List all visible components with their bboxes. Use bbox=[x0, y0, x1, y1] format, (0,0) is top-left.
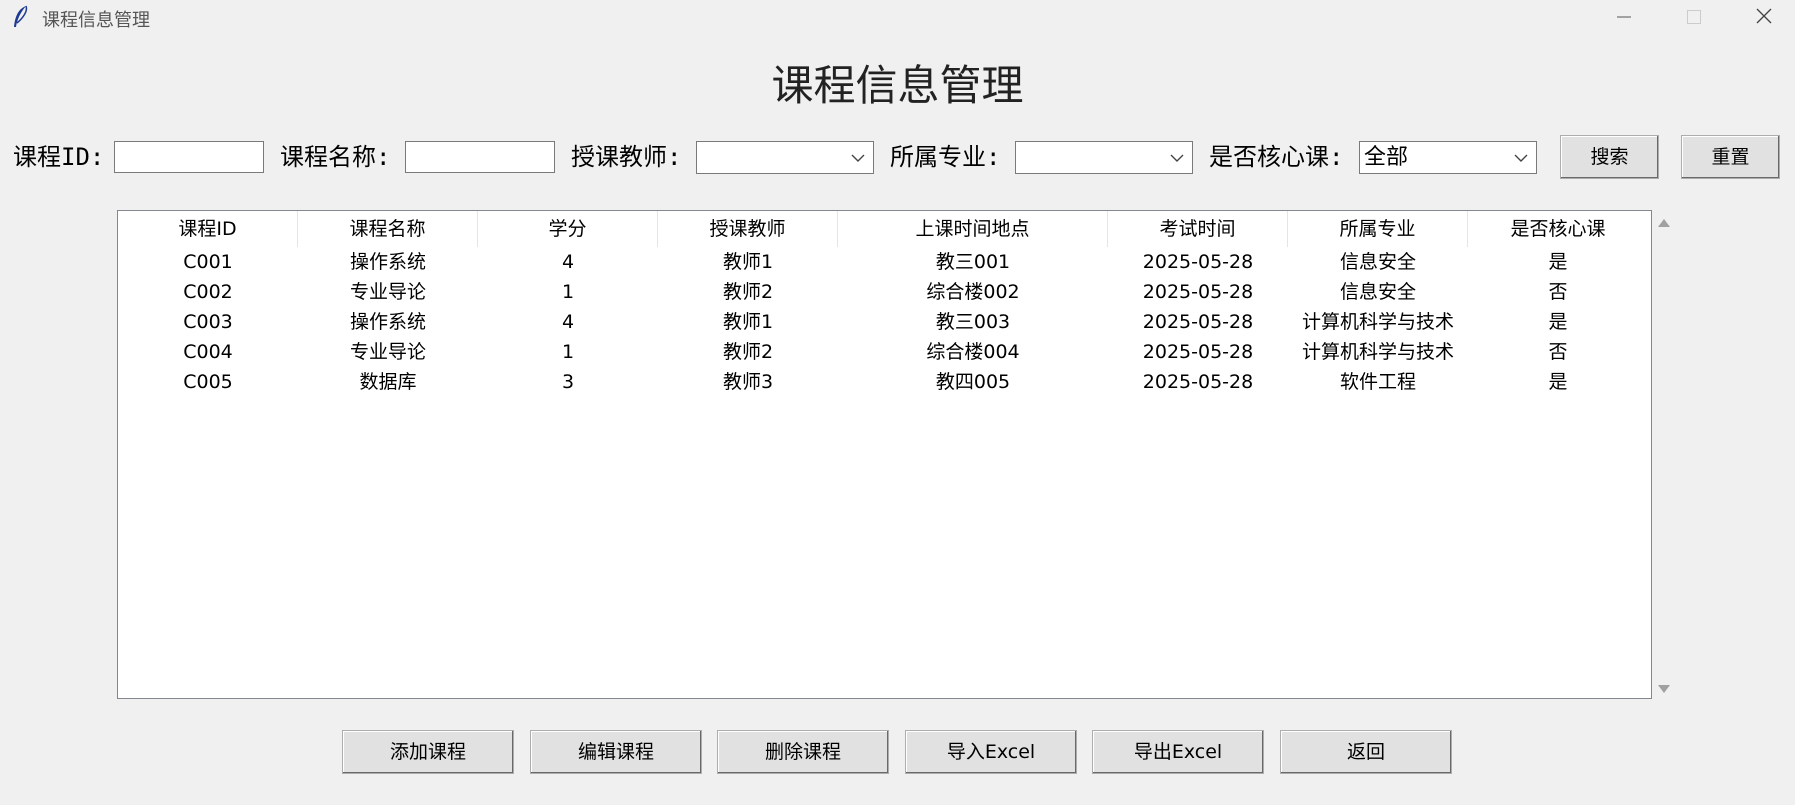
table-cell: 教师1 bbox=[722, 251, 774, 273]
table-cell: C003 bbox=[183, 311, 233, 333]
course-table[interactable]: 课程ID 课程名称 学分 授课教师 上课时间地点 考试时间 所属专业 是否核心课… bbox=[117, 210, 1652, 699]
table-cell: C002 bbox=[183, 281, 233, 303]
table-cell: 信息安全 bbox=[1339, 281, 1416, 303]
column-header[interactable]: 课程ID bbox=[118, 211, 298, 247]
column-header[interactable]: 授课教师 bbox=[658, 211, 838, 247]
table-cell: 4 bbox=[561, 311, 575, 333]
column-header[interactable]: 是否核心课 bbox=[1468, 211, 1648, 247]
table-cell: 计算机科学与技术 bbox=[1301, 311, 1454, 333]
table-cell: 2025-05-28 bbox=[1142, 341, 1254, 363]
table-cell: 操作系统 bbox=[349, 251, 426, 273]
table-cell: 是 bbox=[1548, 251, 1568, 273]
back-button[interactable]: 返回 bbox=[1280, 730, 1452, 774]
table-cell: 综合楼004 bbox=[926, 341, 1020, 363]
table-cell: 1 bbox=[561, 281, 575, 303]
table-cell: 教师3 bbox=[722, 371, 774, 393]
table-cell: 2025-05-28 bbox=[1142, 251, 1254, 273]
import-excel-button[interactable]: 导入Excel bbox=[905, 730, 1077, 774]
table-cell: 4 bbox=[561, 251, 575, 273]
chevron-down-icon bbox=[851, 154, 865, 162]
table-cell: 2025-05-28 bbox=[1142, 311, 1254, 333]
table-cell: 专业导论 bbox=[349, 281, 426, 303]
close-button[interactable] bbox=[1728, 0, 1795, 34]
minimize-icon bbox=[1617, 16, 1631, 18]
core-course-combobox[interactable]: 全部 bbox=[1359, 141, 1537, 174]
table-header: 课程ID 课程名称 学分 授课教师 上课时间地点 考试时间 所属专业 是否核心课 bbox=[118, 211, 1651, 247]
core-course-label: 是否核心课: bbox=[1209, 143, 1344, 171]
table-cell: 计算机科学与技术 bbox=[1301, 341, 1454, 363]
table-cell: 操作系统 bbox=[349, 311, 426, 333]
table-cell: 教三003 bbox=[935, 311, 1011, 333]
column-header[interactable]: 上课时间地点 bbox=[838, 211, 1108, 247]
table-cell: 教四005 bbox=[935, 371, 1011, 393]
page-title: 课程信息管理 bbox=[771, 61, 1024, 110]
table-row[interactable]: C002 专业导论 1 教师2 综合楼002 2025-05-28 信息安全 否 bbox=[118, 277, 1651, 307]
major-combobox[interactable] bbox=[1015, 141, 1193, 174]
export-excel-button[interactable]: 导出Excel bbox=[1092, 730, 1264, 774]
add-course-button[interactable]: 添加课程 bbox=[342, 730, 514, 774]
table-row[interactable]: C005 数据库 3 教师3 教四005 2025-05-28 软件工程 是 bbox=[118, 367, 1651, 397]
teacher-combobox[interactable] bbox=[696, 141, 874, 174]
table-cell: 否 bbox=[1548, 281, 1568, 303]
window-titlebar: 课程信息管理 bbox=[0, 0, 1795, 36]
table-cell: 2025-05-28 bbox=[1142, 281, 1254, 303]
table-cell: 是 bbox=[1548, 311, 1568, 333]
table-cell: 1 bbox=[561, 341, 575, 363]
chevron-down-icon bbox=[1514, 154, 1528, 162]
table-cell: 教三001 bbox=[935, 251, 1011, 273]
table-cell: 专业导论 bbox=[349, 341, 426, 363]
table-cell: 信息安全 bbox=[1339, 251, 1416, 273]
scroll-up-arrow[interactable] bbox=[1656, 216, 1672, 230]
window-title: 课程信息管理 bbox=[42, 10, 150, 31]
table-cell: 3 bbox=[561, 371, 575, 393]
teacher-label: 授课教师: bbox=[571, 143, 682, 171]
table-row[interactable]: C001 操作系统 4 教师1 教三001 2025-05-28 信息安全 是 bbox=[118, 247, 1651, 277]
table-cell: 教师2 bbox=[722, 281, 774, 303]
column-header[interactable]: 所属专业 bbox=[1288, 211, 1468, 247]
scroll-down-arrow[interactable] bbox=[1656, 682, 1672, 696]
delete-course-button[interactable]: 删除课程 bbox=[717, 730, 889, 774]
course-id-input[interactable] bbox=[114, 141, 264, 173]
search-button[interactable]: 搜索 bbox=[1560, 135, 1659, 179]
feather-icon bbox=[14, 5, 28, 27]
table-cell: 软件工程 bbox=[1339, 371, 1416, 393]
chevron-down-icon bbox=[1170, 154, 1184, 162]
table-cell: C004 bbox=[183, 341, 233, 363]
course-name-input[interactable] bbox=[405, 141, 555, 173]
column-header[interactable]: 学分 bbox=[478, 211, 658, 247]
table-cell: C001 bbox=[183, 251, 233, 273]
table-body: C001 操作系统 4 教师1 教三001 2025-05-28 信息安全 是 … bbox=[118, 247, 1651, 397]
major-label: 所属专业: bbox=[890, 143, 1001, 171]
table-row[interactable]: C004 专业导论 1 教师2 综合楼004 2025-05-28 计算机科学与… bbox=[118, 337, 1651, 367]
table-cell: 综合楼002 bbox=[926, 281, 1020, 303]
table-cell: C005 bbox=[183, 371, 233, 393]
minimize-button[interactable] bbox=[1588, 0, 1658, 34]
table-row[interactable]: C003 操作系统 4 教师1 教三003 2025-05-28 计算机科学与技… bbox=[118, 307, 1651, 337]
reset-button[interactable]: 重置 bbox=[1681, 135, 1780, 179]
column-header[interactable]: 考试时间 bbox=[1108, 211, 1288, 247]
core-course-value: 全部 bbox=[1364, 145, 1409, 170]
maximize-icon bbox=[1687, 10, 1701, 24]
table-cell: 数据库 bbox=[359, 371, 417, 393]
column-header[interactable]: 课程名称 bbox=[298, 211, 478, 247]
table-cell: 否 bbox=[1548, 341, 1568, 363]
course-name-label: 课程名称: bbox=[280, 143, 391, 171]
table-cell: 教师1 bbox=[722, 311, 774, 333]
edit-course-button[interactable]: 编辑课程 bbox=[530, 730, 702, 774]
table-cell: 2025-05-28 bbox=[1142, 371, 1254, 393]
course-id-label: 课程ID: bbox=[13, 143, 105, 171]
close-icon bbox=[1756, 8, 1772, 24]
table-cell: 是 bbox=[1548, 371, 1568, 393]
maximize-button[interactable] bbox=[1658, 0, 1728, 34]
table-cell: 教师2 bbox=[722, 341, 774, 363]
